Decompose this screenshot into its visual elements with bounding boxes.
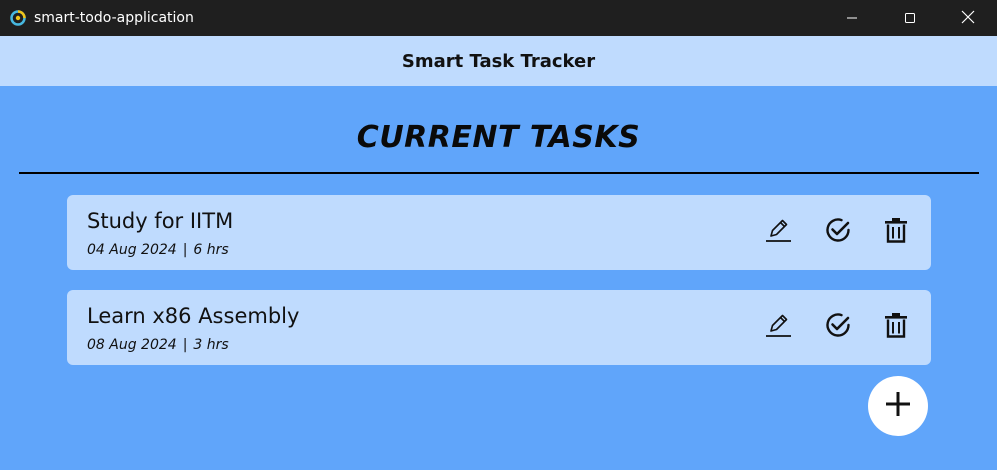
- task-meta: 04 Aug 2024 | 6 hrs: [87, 242, 229, 258]
- app-logo-icon: [9, 8, 27, 28]
- maximize-button[interactable]: [881, 0, 939, 36]
- task-duration: 3 hrs: [193, 337, 229, 353]
- task-title: Study for IITM: [87, 209, 234, 233]
- task-date: 04 Aug 2024: [87, 242, 177, 258]
- plus-icon: [883, 389, 913, 423]
- minimize-icon: [846, 9, 858, 28]
- close-icon: [961, 9, 975, 28]
- complete-task-button[interactable]: [821, 310, 855, 344]
- task-card: Learn x86 Assembly 08 Aug 2024 | 3 hrs: [67, 290, 931, 365]
- window-titlebar: smart-todo-application: [0, 0, 997, 36]
- window-title: smart-todo-application: [34, 10, 194, 26]
- trash-icon: [882, 216, 910, 248]
- complete-task-button[interactable]: [821, 215, 855, 249]
- task-card: Study for IITM 04 Aug 2024 | 6 hrs: [67, 195, 931, 270]
- edit-task-button[interactable]: [761, 310, 795, 344]
- close-button[interactable]: [939, 0, 997, 36]
- page-title: CURRENT TASKS: [356, 120, 641, 155]
- delete-task-button[interactable]: [879, 215, 913, 249]
- heading-divider: [19, 172, 979, 174]
- check-circle-icon: [824, 311, 852, 343]
- task-date: 08 Aug 2024: [87, 337, 177, 353]
- app-title: Smart Task Tracker: [401, 50, 596, 72]
- task-meta-separator: |: [182, 242, 188, 258]
- task-meta: 08 Aug 2024 | 3 hrs: [87, 337, 229, 353]
- app-header: Smart Task Tracker: [0, 36, 997, 86]
- trash-icon: [882, 311, 910, 343]
- delete-task-button[interactable]: [879, 310, 913, 344]
- pencil-icon: [763, 310, 793, 344]
- minimize-button[interactable]: [823, 0, 881, 36]
- edit-task-button[interactable]: [761, 215, 795, 249]
- maximize-icon: [904, 9, 916, 28]
- task-duration: 6 hrs: [193, 242, 229, 258]
- pencil-icon: [763, 215, 793, 249]
- task-title: Learn x86 Assembly: [87, 304, 300, 328]
- check-circle-icon: [824, 216, 852, 248]
- task-meta-separator: |: [182, 337, 188, 353]
- add-task-button[interactable]: [868, 376, 928, 436]
